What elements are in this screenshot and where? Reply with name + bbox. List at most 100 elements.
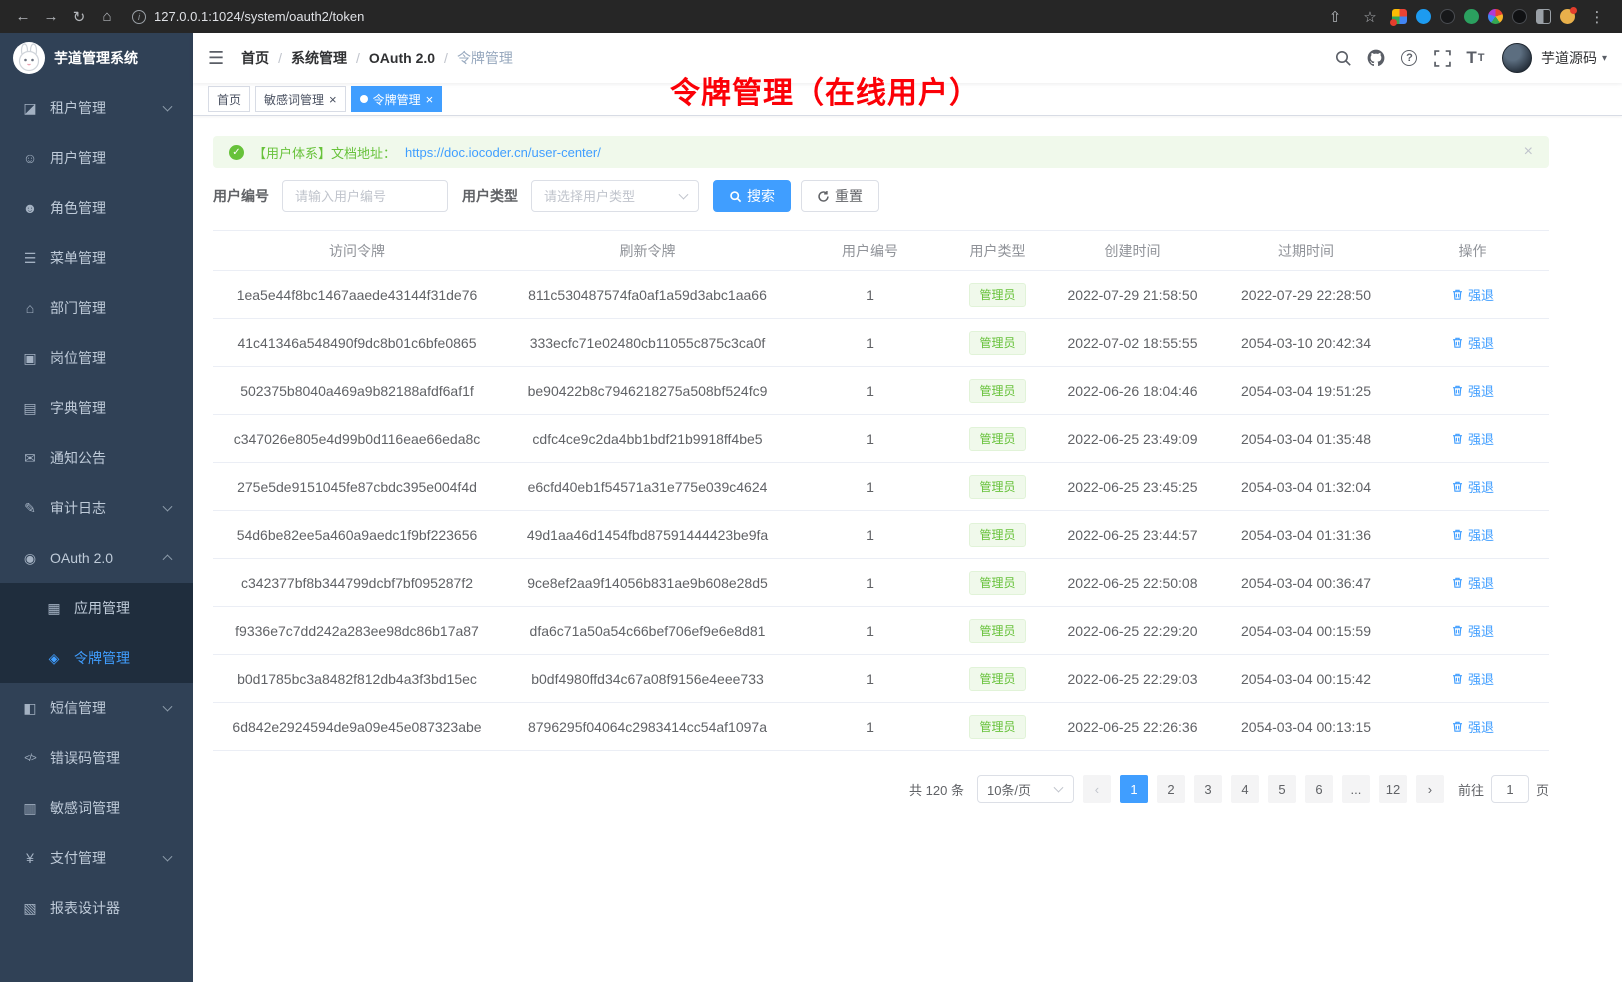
alert-close-icon[interactable]: × [1524, 143, 1533, 161]
extension-dark-icon[interactable] [1440, 9, 1455, 24]
browser-toolbar: ← → ↻ ⌂ i 127.0.0.1:1024/system/oauth2/t… [0, 0, 1622, 33]
font-size-icon[interactable]: TT [1459, 41, 1492, 75]
sidebar-item-user[interactable]: ☺ 用户管理 [0, 133, 193, 183]
force-logout-button[interactable]: 强退 [1451, 525, 1494, 544]
sidebar-item-report-designer[interactable]: ▧ 报表设计器 [0, 883, 193, 933]
created-time-cell: 2022-06-25 23:45:25 [1049, 463, 1216, 511]
sidebar-toggle-icon[interactable]: ☰ [193, 48, 239, 69]
sidebar-item-post[interactable]: ▣ 岗位管理 [0, 333, 193, 383]
tab-home[interactable]: 首页 [208, 86, 250, 112]
tab-sensitive-word[interactable]: 敏感词管理 × [255, 86, 346, 112]
token-table: 访问令牌 刷新令牌 用户编号 用户类型 创建时间 过期时间 操作 1ea5e44… [213, 230, 1549, 751]
goto-page-input[interactable] [1491, 775, 1529, 803]
extension-dark2-icon[interactable] [1512, 9, 1527, 24]
delete-icon [1451, 480, 1464, 493]
sidebar-item-token-management[interactable]: ◈ 令牌管理 [0, 633, 193, 683]
sidebar-item-oauth[interactable]: ◉ OAuth 2.0 [0, 533, 193, 583]
page-button[interactable]: 4 [1231, 775, 1259, 803]
force-logout-button[interactable]: 强退 [1451, 477, 1494, 496]
page-button[interactable]: 5 [1268, 775, 1296, 803]
force-logout-button[interactable]: 强退 [1451, 333, 1494, 352]
browser-menu-icon[interactable]: ⋮ [1584, 5, 1610, 29]
page-size-select[interactable]: 10条/页 [977, 775, 1074, 803]
share-icon[interactable]: ⇧ [1322, 5, 1348, 29]
dark-mode-extension-icon[interactable] [1536, 9, 1551, 24]
sidebar-item-sensitive-word[interactable]: ▥ 敏感词管理 [0, 783, 193, 833]
search-icon[interactable] [1327, 41, 1360, 75]
fullscreen-icon[interactable] [1426, 41, 1459, 75]
sidebar-item-error-code[interactable]: </> 错误码管理 [0, 733, 193, 783]
page-button[interactable]: 12 [1379, 775, 1407, 803]
sidebar-item-tenant[interactable]: ◪ 租户管理 [0, 83, 193, 133]
user-id-cell: 1 [794, 271, 946, 319]
force-logout-button[interactable]: 强退 [1451, 381, 1494, 400]
page-button[interactable]: 6 [1305, 775, 1333, 803]
user-id-cell: 1 [794, 367, 946, 415]
sidebar-item-sms[interactable]: ◧ 短信管理 [0, 683, 193, 733]
page-button[interactable]: 3 [1194, 775, 1222, 803]
user-avatar[interactable] [1502, 43, 1532, 73]
sidebar-item-dictionary[interactable]: ▤ 字典管理 [0, 383, 193, 433]
twitter-extension-icon[interactable] [1416, 9, 1431, 24]
user-menu-caret-icon[interactable]: ▾ [1602, 53, 1607, 64]
app-logo[interactable]: 芋道管理系统 [0, 33, 193, 83]
sidebar-item-payment[interactable]: ¥ 支付管理 [0, 833, 193, 883]
browser-home-icon[interactable]: ⌂ [94, 5, 120, 29]
help-icon[interactable]: ? [1393, 41, 1426, 75]
browser-reload-icon[interactable]: ↻ [66, 5, 92, 29]
page-button[interactable]: 1 [1120, 775, 1148, 803]
site-info-icon[interactable]: i [132, 10, 146, 24]
created-time-cell: 2022-06-25 22:29:20 [1049, 607, 1216, 655]
browser-profile-icon[interactable] [1560, 9, 1575, 24]
extension-grid-icon[interactable] [1392, 9, 1407, 24]
force-logout-button[interactable]: 强退 [1451, 717, 1494, 736]
close-icon[interactable]: × [329, 93, 337, 106]
url-text[interactable]: 127.0.0.1:1024/system/oauth2/token [154, 9, 364, 24]
sidebar-item-audit-log[interactable]: ✎ 审计日志 [0, 483, 193, 533]
breadcrumb-item-home[interactable]: 首页 [241, 48, 269, 68]
extension-pinwheel-icon[interactable] [1488, 9, 1503, 24]
doc-link[interactable]: https://doc.iocoder.cn/user-center/ [405, 145, 601, 160]
sidebar-item-department[interactable]: ⌂ 部门管理 [0, 283, 193, 333]
user-name[interactable]: 芋道源码 [1541, 48, 1597, 68]
force-logout-button[interactable]: 强退 [1451, 285, 1494, 304]
force-logout-button[interactable]: 强退 [1451, 669, 1494, 688]
breadcrumb-item-oauth[interactable]: OAuth 2.0 [369, 50, 435, 66]
user-type-select[interactable] [531, 180, 699, 212]
sidebar-item-label: 应用管理 [74, 598, 130, 618]
access-token-cell: 6d842e2924594de9a09e45e087323abe [213, 703, 501, 751]
sidebar-item-label: 部门管理 [50, 298, 106, 318]
extension-green-icon[interactable] [1464, 9, 1479, 24]
browser-back-icon[interactable]: ← [10, 5, 36, 29]
delete-icon [1451, 288, 1464, 301]
bookmark-star-icon[interactable]: ☆ [1357, 5, 1383, 29]
next-page-button[interactable]: › [1416, 775, 1444, 803]
page-button[interactable]: 2 [1157, 775, 1185, 803]
sidebar-item-notice[interactable]: ✉ 通知公告 [0, 433, 193, 483]
force-logout-button[interactable]: 强退 [1451, 429, 1494, 448]
breadcrumb-item-system[interactable]: 系统管理 [291, 48, 347, 68]
expire-time-cell: 2054-03-04 01:32:04 [1216, 463, 1396, 511]
force-logout-button[interactable]: 强退 [1451, 573, 1494, 592]
more-pages-button[interactable]: ... [1342, 775, 1370, 803]
force-logout-button[interactable]: 强退 [1451, 621, 1494, 640]
user-type-select-input[interactable] [532, 181, 698, 211]
table-row: c342377bf8b344799dcbf7bf095287f2 9ce8ef2… [213, 559, 1549, 607]
browser-forward-icon[interactable]: → [38, 5, 64, 29]
user-id-cell: 1 [794, 655, 946, 703]
reset-button[interactable]: 重置 [801, 180, 879, 212]
user-id-input[interactable] [283, 181, 447, 211]
sidebar-item-menu[interactable]: ☰ 菜单管理 [0, 233, 193, 283]
prev-page-button[interactable]: ‹ [1083, 775, 1111, 803]
created-time-cell: 2022-06-25 22:50:08 [1049, 559, 1216, 607]
sidebar-item-role[interactable]: ☻ 角色管理 [0, 183, 193, 233]
address-bar[interactable]: i 127.0.0.1:1024/system/oauth2/token [132, 9, 1310, 24]
search-button[interactable]: 搜索 [713, 180, 791, 212]
chevron-down-icon [1054, 783, 1064, 793]
sidebar-item-app-management[interactable]: ▦ 应用管理 [0, 583, 193, 633]
sidebar-item-label: 岗位管理 [50, 348, 106, 368]
github-icon[interactable] [1360, 41, 1393, 75]
close-icon[interactable]: × [426, 93, 434, 106]
tab-token-management[interactable]: 令牌管理 × [351, 86, 443, 112]
expire-time-cell: 2054-03-04 19:51:25 [1216, 367, 1396, 415]
